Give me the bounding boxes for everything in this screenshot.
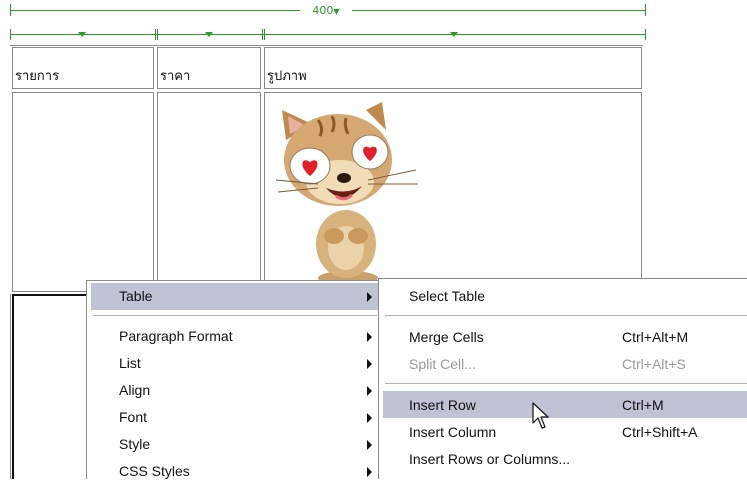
submenu-arrow-icon: [367, 440, 372, 450]
submenu-item-merge-cells[interactable]: Merge Cells: [409, 324, 484, 350]
ruler-tick: [157, 29, 158, 40]
submenu-arrow-icon: [367, 359, 372, 369]
ruler-column-line: [10, 34, 646, 35]
selected-table-cell[interactable]: [12, 294, 92, 479]
submenu-item-split-cell[interactable]: Split Cell...: [409, 351, 476, 377]
shortcut-insert-row: Ctrl+M: [622, 397, 664, 413]
submenu-arrow-icon: [367, 292, 372, 302]
submenu-arrow-icon: [367, 413, 372, 423]
cat-cartoon-image[interactable]: [268, 96, 428, 286]
submenu-item-insert-rows-or-columns[interactable]: Insert Rows or Columns...: [409, 446, 570, 472]
table-header-cell[interactable]: ราคา: [157, 47, 261, 89]
column-header-menu-icon[interactable]: [450, 32, 458, 37]
menu-item-table[interactable]: Table: [119, 283, 152, 309]
submenu-arrow-icon: [367, 467, 372, 477]
ruler-tick: [10, 29, 11, 40]
menu-item-paragraph-format[interactable]: Paragraph Format: [119, 323, 233, 349]
context-menu: Table Paragraph Format List Align Font S…: [86, 280, 382, 479]
menu-separator: [93, 315, 377, 316]
header-label-image: รูปภาพ: [267, 69, 307, 84]
shortcut-merge-cells: Ctrl+Alt+M: [622, 329, 689, 345]
column-header-menu-icon[interactable]: [205, 32, 213, 37]
shortcut-insert-column: Ctrl+Shift+A: [622, 424, 698, 440]
ruler-tick: [155, 29, 156, 40]
menu-item-font[interactable]: Font: [119, 404, 147, 430]
shortcut-split-cell: Ctrl+Alt+S: [622, 356, 686, 372]
column-header-menu-icon[interactable]: [78, 32, 86, 37]
menu-item-align[interactable]: Align: [119, 377, 150, 403]
ruler-tick: [262, 29, 263, 40]
submenu-arrow-icon: [367, 386, 372, 396]
header-label-item: รายการ: [15, 69, 60, 84]
menu-item-style[interactable]: Style: [119, 431, 150, 457]
table-cell[interactable]: [12, 92, 154, 292]
ruler-tick: [645, 29, 646, 40]
submenu-item-insert-column[interactable]: Insert Column: [409, 419, 496, 445]
menu-item-css-styles[interactable]: CSS Styles: [119, 458, 190, 484]
table-header-cell[interactable]: รูปภาพ: [264, 47, 642, 89]
submenu-item-select-table[interactable]: Select Table: [409, 283, 485, 309]
mouse-cursor-icon: [532, 402, 549, 429]
ruler-tick: [645, 4, 646, 16]
table-cell[interactable]: [157, 92, 261, 292]
header-label-price: ราคา: [160, 69, 191, 84]
ruler-tick: [10, 4, 11, 16]
submenu-arrow-icon: [367, 332, 372, 342]
ruler-tick: [264, 29, 265, 40]
menu-separator: [385, 315, 747, 316]
table-header-cell[interactable]: รายการ: [12, 47, 154, 89]
table-width-menu[interactable]: 400▼: [300, 4, 352, 20]
table-width-label: 400: [312, 4, 334, 17]
submenu-item-insert-row[interactable]: Insert Row: [409, 392, 476, 418]
menu-separator: [385, 383, 747, 384]
menu-item-list[interactable]: List: [119, 350, 141, 376]
table-submenu: Select Table Merge Cells Ctrl+Alt+M Spli…: [378, 278, 747, 479]
